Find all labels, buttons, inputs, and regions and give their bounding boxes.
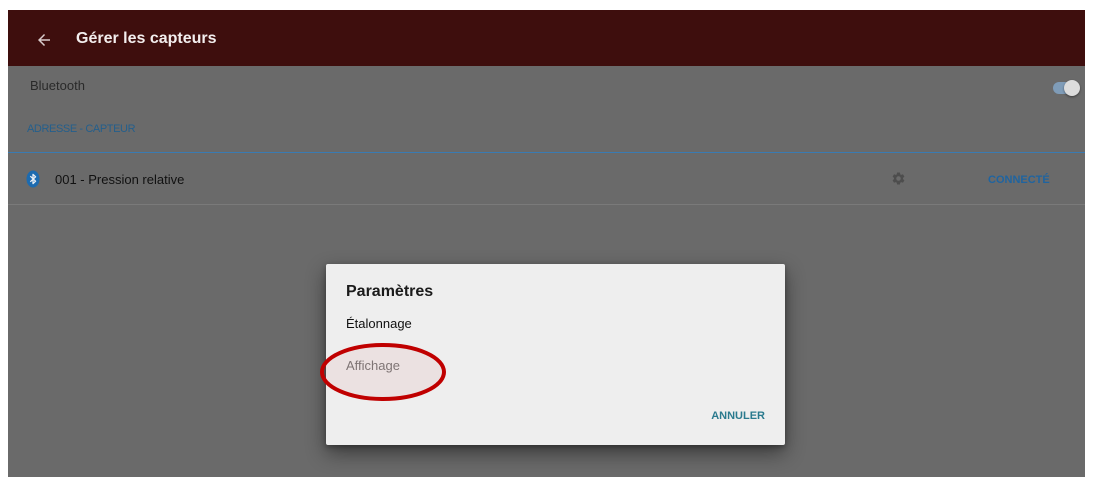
arrow-back-icon[interactable] — [35, 31, 53, 49]
toggle-thumb — [1064, 80, 1080, 96]
dialog-item-display[interactable]: Affichage — [346, 358, 400, 374]
dialog-item-calibration[interactable]: Étalonnage — [346, 316, 412, 332]
bluetooth-toggle[interactable] — [1053, 79, 1081, 97]
bluetooth-label: Bluetooth — [30, 78, 85, 93]
gear-icon[interactable] — [891, 171, 906, 186]
row-divider — [8, 204, 1085, 205]
settings-dialog: Paramètres Étalonnage Affichage ANNULER — [326, 264, 785, 445]
sensor-row[interactable]: 001 - Pression relative CONNECTÉ — [8, 153, 1085, 204]
dialog-title: Paramètres — [346, 283, 434, 300]
section-header: ADRESSE - CAPTEUR — [27, 123, 136, 135]
sensor-name: 001 - Pression relative — [55, 172, 185, 187]
cancel-button[interactable]: ANNULER — [711, 409, 765, 423]
page-title: Gérer les capteurs — [76, 30, 217, 47]
app-bar: Gérer les capteurs — [8, 10, 1085, 66]
bluetooth-icon — [26, 170, 40, 188]
sensor-status-connected[interactable]: CONNECTÉ — [988, 153, 1050, 207]
bluetooth-setting-row[interactable]: Bluetooth — [8, 66, 1085, 106]
